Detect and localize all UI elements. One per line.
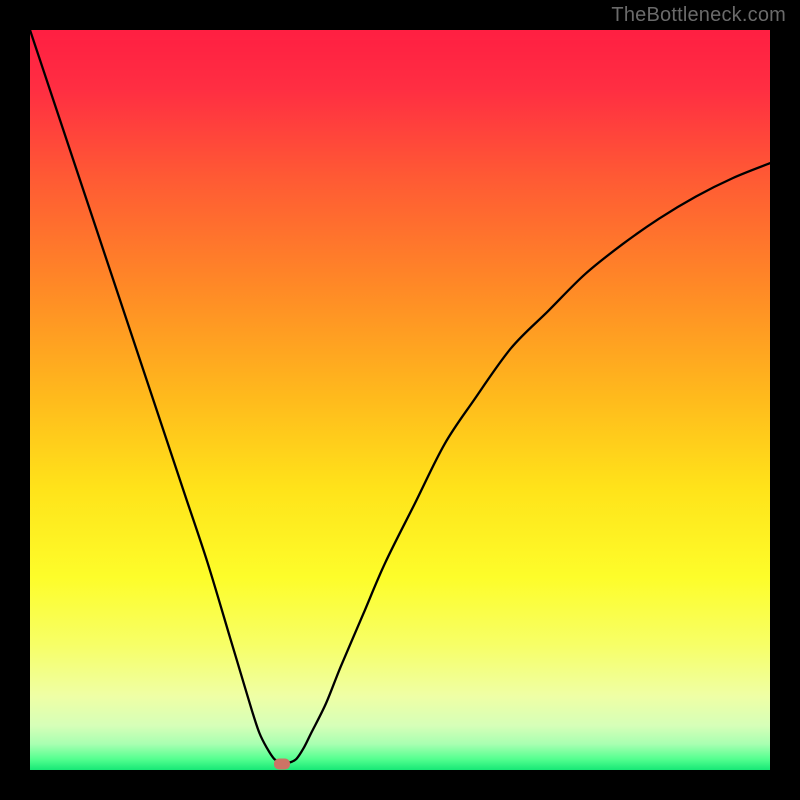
min-marker [274,759,290,770]
curve-path [30,30,770,763]
curve-layer [30,30,770,770]
chart-frame: TheBottleneck.com [0,0,800,800]
watermark-text: TheBottleneck.com [611,4,786,27]
plot-area [30,30,770,770]
